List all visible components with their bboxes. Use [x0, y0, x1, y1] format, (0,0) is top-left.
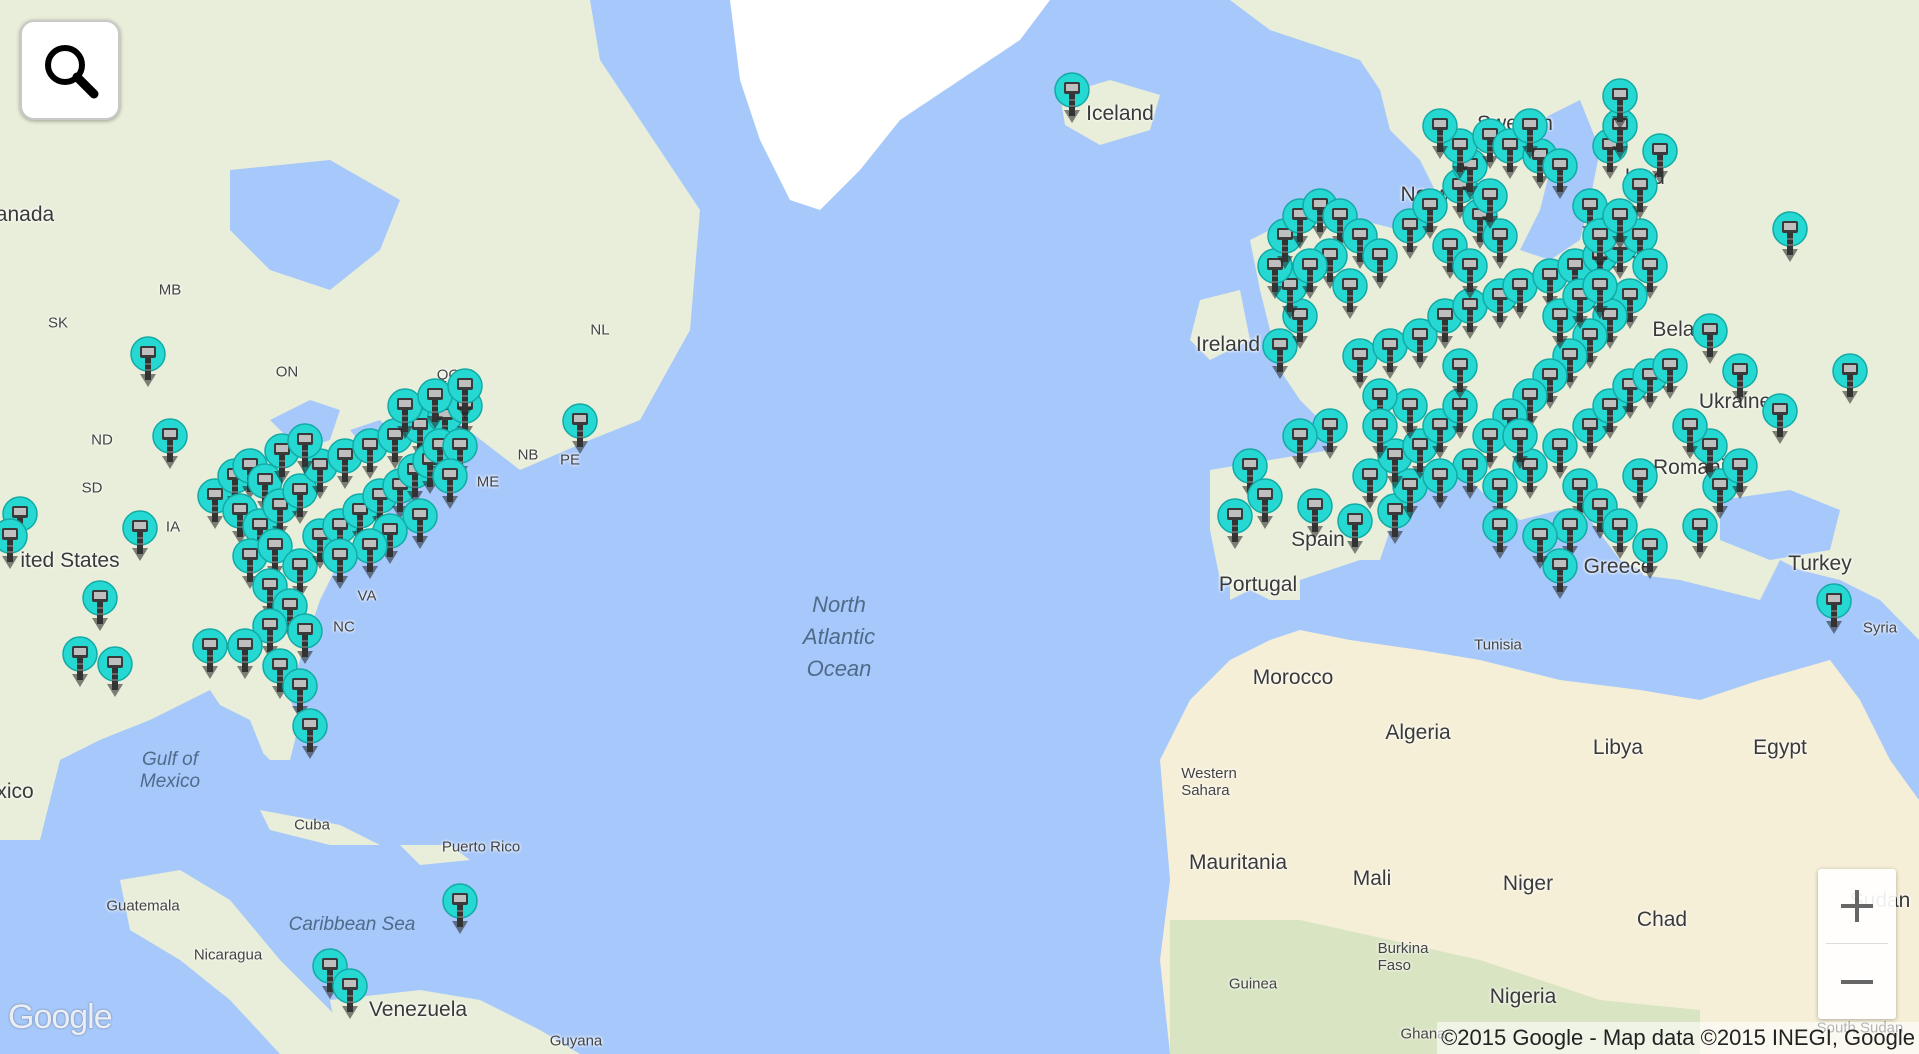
location-marker[interactable]	[1832, 351, 1868, 405]
map-label-caribbean: Caribbean Sea	[288, 914, 416, 935]
map-label-ireland: Ireland	[1195, 333, 1261, 356]
location-marker[interactable]	[1816, 581, 1852, 635]
location-marker[interactable]	[62, 634, 98, 688]
location-marker[interactable]	[97, 644, 133, 698]
map-label-venezuela: Venezuela	[368, 998, 468, 1021]
search-button[interactable]	[20, 20, 120, 120]
map-label-nl: NL	[590, 321, 610, 339]
location-marker[interactable]	[1622, 456, 1658, 510]
map-label-mauritania: Mauritania	[1188, 851, 1288, 874]
location-marker[interactable]	[287, 421, 323, 475]
map-label-guinea: Guinea	[1228, 975, 1278, 993]
map-label-chad: Chad	[1636, 908, 1688, 931]
location-marker[interactable]	[152, 416, 188, 470]
map-label-morocco: Morocco	[1252, 666, 1334, 689]
location-marker[interactable]	[1642, 131, 1678, 185]
search-icon	[45, 45, 99, 99]
map-label-turkey: Turkey	[1788, 552, 1852, 575]
map-label-nc: NC	[333, 618, 355, 636]
location-marker[interactable]	[1722, 351, 1758, 405]
location-marker[interactable]	[122, 508, 158, 562]
map-label-niger: Niger	[1502, 872, 1554, 895]
map-label-guatemala: Guatemala	[106, 897, 180, 915]
location-marker[interactable]	[1772, 209, 1808, 263]
location-marker[interactable]	[322, 536, 358, 590]
map-label-burkina-faso: Burkina Faso	[1377, 940, 1429, 974]
location-marker[interactable]	[332, 966, 368, 1020]
location-marker[interactable]	[1672, 406, 1708, 460]
map-label-iceland: Iceland	[1086, 102, 1154, 125]
location-marker[interactable]	[562, 401, 598, 455]
location-marker[interactable]	[1292, 246, 1328, 300]
location-marker[interactable]	[1522, 516, 1558, 570]
map-label-nigeria: Nigeria	[1489, 985, 1557, 1008]
location-marker[interactable]	[1247, 476, 1283, 530]
location-marker[interactable]	[1652, 346, 1688, 400]
location-marker[interactable]	[82, 578, 118, 632]
map-label-mali: Mali	[1352, 867, 1392, 890]
map-label-mexico: xico	[0, 780, 34, 803]
zoom-out-button[interactable]	[1818, 945, 1896, 1019]
map-label-va: VA	[357, 587, 377, 605]
plus-icon	[1841, 890, 1873, 922]
map-label-north-atlantic: North Atlantic Ocean	[802, 592, 876, 681]
map-canvas[interactable]: IcelandSwedenNorwlandanadaMBSKONNLQCNBPE…	[0, 0, 1919, 1054]
location-marker[interactable]	[1362, 406, 1398, 460]
location-marker[interactable]	[1332, 266, 1368, 320]
location-marker[interactable]	[1422, 106, 1458, 160]
location-marker[interactable]	[1602, 76, 1638, 130]
location-marker[interactable]	[1482, 506, 1518, 560]
zoom-in-button[interactable]	[1818, 869, 1896, 943]
location-marker[interactable]	[1632, 526, 1668, 580]
map-label-guyana: Guyana	[549, 1032, 603, 1050]
map-label-on: ON	[275, 363, 299, 381]
map-label-western-sahara: Western Sahara	[1181, 765, 1237, 799]
location-marker[interactable]	[1054, 70, 1090, 124]
map-label-nd: ND	[91, 431, 113, 449]
location-marker[interactable]	[130, 334, 166, 388]
location-marker[interactable]	[447, 366, 483, 420]
zoom-control	[1818, 869, 1896, 1019]
map-label-tunisia: Tunisia	[1474, 636, 1522, 654]
zoom-divider	[1826, 943, 1888, 944]
map-label-canada: anada	[0, 203, 55, 226]
location-marker[interactable]	[1582, 266, 1618, 320]
map-label-nicaragua: Nicaragua	[193, 946, 263, 964]
map-label-me: ME	[476, 473, 500, 491]
map-label-cuba: Cuba	[294, 816, 330, 834]
map-label-syria: Syria	[1862, 619, 1898, 637]
location-marker[interactable]	[227, 626, 263, 680]
location-marker[interactable]	[442, 881, 478, 935]
map-label-sk: SK	[47, 314, 69, 332]
map-label-ia: IA	[165, 518, 181, 536]
location-marker[interactable]	[292, 706, 328, 760]
map-label-egypt: Egypt	[1753, 736, 1807, 759]
location-marker[interactable]	[1502, 416, 1538, 470]
map-label-libya: Libya	[1592, 736, 1644, 759]
location-marker[interactable]	[1422, 456, 1458, 510]
map-label-nb: NB	[517, 446, 539, 464]
map-label-sd: SD	[81, 479, 103, 497]
minus-icon	[1841, 980, 1873, 984]
location-marker[interactable]	[1297, 486, 1333, 540]
map-label-mb: MB	[158, 281, 182, 299]
map-label-gulf-of-mexico: Gulf of Mexico	[139, 749, 201, 792]
map-label-puerto-rico: Puerto Rico	[441, 838, 521, 856]
map-attribution[interactable]: ©2015 Google - Map data ©2015 INEGI, Goo…	[1437, 1022, 1919, 1054]
location-marker[interactable]	[192, 626, 228, 680]
map-label-portugal: Portugal	[1218, 573, 1298, 596]
location-marker[interactable]	[1442, 346, 1478, 400]
location-marker[interactable]	[1762, 391, 1798, 445]
google-logo: Google	[8, 998, 113, 1036]
location-marker[interactable]	[1282, 416, 1318, 470]
map-label-united-states: ited States	[20, 549, 120, 572]
location-marker[interactable]	[0, 516, 28, 570]
map-label-algeria: Algeria	[1385, 721, 1451, 744]
